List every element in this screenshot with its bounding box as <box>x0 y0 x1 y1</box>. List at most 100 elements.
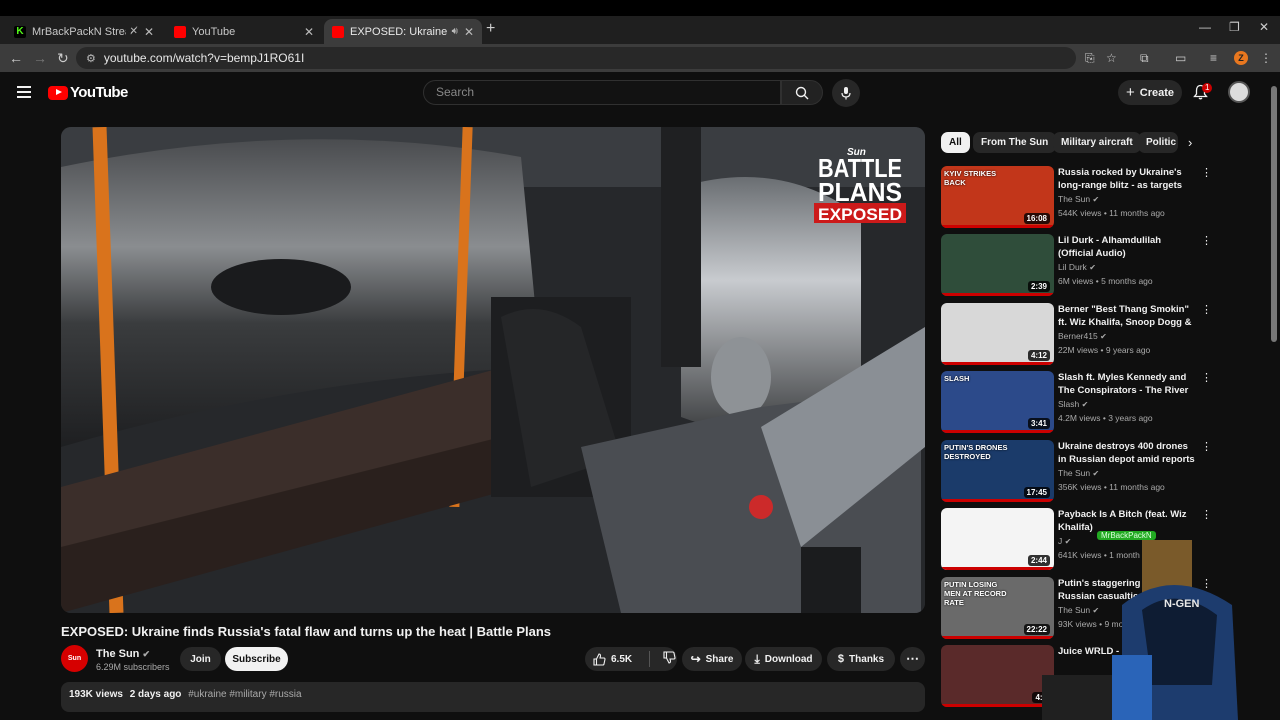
forward-icon[interactable]: → <box>33 50 47 66</box>
back-icon[interactable]: ← <box>9 50 23 66</box>
media-controls-icon[interactable]: ≡ <box>1210 51 1217 65</box>
extensions-icon[interactable]: ⧉ <box>1140 51 1149 66</box>
related-video-channel[interactable]: The Sun ✔ <box>1058 194 1099 204</box>
new-tab-icon[interactable]: + <box>486 20 495 38</box>
minimize-icon[interactable]: — <box>1199 20 1211 34</box>
account-avatar[interactable] <box>1228 81 1250 103</box>
related-video-item[interactable]: SLASH 3:41 Slash ft. Myles Kennedy and The… <box>941 371 1221 433</box>
tab-title: YouTube <box>192 25 236 38</box>
bookmark-star-icon[interactable]: ☆ <box>1106 51 1117 65</box>
super-thanks-icon: $ <box>837 653 845 665</box>
dislike-button[interactable] <box>663 651 676 667</box>
more-options-icon[interactable]: ⋮ <box>1201 303 1212 316</box>
related-video-item[interactable]: 4:12 Berner "Best Thang Smokin" ft. Wiz K… <box>941 303 1221 365</box>
related-video-title[interactable]: Berner "Best Thang Smokin" ft. Wiz Khali… <box>1058 303 1196 329</box>
join-button[interactable]: Join <box>180 647 221 671</box>
thumbnail-text: KYIV STRIKES BACK <box>944 169 997 187</box>
share-icon: ↪ <box>690 652 701 666</box>
youtube-play-icon <box>48 85 68 100</box>
video-thumbnail[interactable]: 2:39 <box>941 234 1054 296</box>
more-options-icon[interactable]: ⋮ <box>1201 440 1212 453</box>
cast-icon[interactable]: ⎘ <box>1085 51 1095 66</box>
related-video-channel[interactable]: Slash ✔ <box>1058 399 1088 409</box>
guide-menu-icon[interactable] <box>17 86 31 101</box>
search-input[interactable]: Search <box>423 80 781 105</box>
thumbnail-text: PUTIN LOSING MEN AT RECORD RATE <box>944 580 1007 607</box>
related-video-item[interactable]: KYIV STRIKES BACK 16:08 Russia rocked by U… <box>941 166 1221 228</box>
related-video-channel[interactable]: Lil Durk ✔ <box>1058 262 1096 272</box>
voice-search-button[interactable] <box>832 79 860 107</box>
maximize-icon[interactable]: ❐ <box>1229 20 1240 34</box>
share-button[interactable]: ↪ Share <box>682 647 742 671</box>
chip-all[interactable]: All <box>941 132 970 153</box>
plus-icon: + <box>1125 84 1135 101</box>
overlay-line3: EXPOSED <box>818 205 902 224</box>
side-panel-icon[interactable]: ▭ <box>1175 51 1186 65</box>
search-button[interactable] <box>781 80 823 105</box>
video-thumbnail[interactable]: 4:12 <box>941 303 1054 365</box>
youtube-logo[interactable]: YouTube <box>48 84 128 101</box>
more-options-icon[interactable]: ⋮ <box>1201 234 1212 247</box>
youtube-favicon <box>332 25 344 38</box>
more-actions-icon[interactable]: ⋯ <box>900 647 925 671</box>
browser-menu-icon[interactable]: ⋮ <box>1260 51 1272 65</box>
tab-title: EXPOSED: Ukraine finds Ru <box>350 25 448 38</box>
close-tab-icon[interactable]: ✕ <box>304 25 314 39</box>
page-scrollbar[interactable] <box>1270 74 1278 714</box>
chip-military-aircraft[interactable]: Military aircraft <box>1053 132 1141 153</box>
browser-tab-exposed[interactable]: EXPOSED: Ukraine finds Ru 🔊︎ ✕ <box>324 19 482 44</box>
like-divider <box>649 651 651 667</box>
scrollbar-thumb[interactable] <box>1271 86 1277 342</box>
more-options-icon[interactable]: ⋮ <box>1201 508 1212 521</box>
related-video-item[interactable]: PUTIN'S DRONES DESTROYED 17:45 Ukraine des… <box>941 440 1221 502</box>
channel-avatar[interactable]: Sun <box>61 645 88 672</box>
related-video-title[interactable]: Ukraine destroys 400 drones in Russian d… <box>1058 440 1196 466</box>
speaker-icon[interactable]: 🔊︎ <box>452 26 458 37</box>
video-thumbnail[interactable]: PUTIN LOSING MEN AT RECORD RATE 22:22 <box>941 577 1054 639</box>
related-video-title[interactable]: Lil Durk - Alhamdulilah (Official Audio) <box>1058 234 1196 260</box>
chevron-right-icon[interactable]: › <box>1188 135 1192 150</box>
more-options-icon[interactable]: ⋮ <box>1201 371 1212 384</box>
related-video-title[interactable]: Russia rocked by Ukraine's long-range bl… <box>1058 166 1196 192</box>
close-window-icon[interactable]: ✕ <box>1259 20 1269 34</box>
video-duration: 17:45 <box>1023 487 1050 498</box>
video-thumbnail[interactable]: 4:0 <box>941 645 1054 707</box>
subscriber-count: 6.29M subscribers <box>96 662 170 672</box>
video-thumbnail[interactable]: KYIV STRIKES BACK 16:08 <box>941 166 1054 228</box>
hashtags[interactable]: #ukraine #military #russia <box>188 689 301 700</box>
more-options-icon[interactable]: ⋮ <box>1201 166 1212 179</box>
chip-politics[interactable]: Politic <box>1138 132 1178 153</box>
like-button[interactable]: 6.5K <box>593 652 632 666</box>
address-bar[interactable]: ⚙ youtube.com/watch?v=bempJ1RO61I <box>76 47 1076 69</box>
browser-tab-kick[interactable]: K MrBackPackN Stream - Wat ✕̸ ✕ <box>6 19 162 44</box>
browser-tab-youtube[interactable]: YouTube ✕ <box>166 19 322 44</box>
related-video-item[interactable]: 2:39 Lil Durk - Alhamdulilah (Official Au… <box>941 234 1221 296</box>
profile-avatar[interactable]: Z <box>1234 51 1248 65</box>
chip-from-the-sun[interactable]: From The Sun <box>973 132 1057 153</box>
subscribe-button[interactable]: Subscribe <box>225 647 288 671</box>
description-box[interactable]: 193K views 2 days ago #ukraine #military… <box>61 682 925 712</box>
create-button[interactable]: + Create <box>1118 80 1182 105</box>
related-video-channel[interactable]: The Sun ✔ <box>1058 468 1099 478</box>
thanks-button[interactable]: $ Thanks <box>827 647 895 671</box>
chair-logo: N-GEN <box>1164 598 1200 610</box>
channel-name[interactable]: The Sun ✔ <box>96 648 150 660</box>
thumbnail-text: SLASH <box>944 374 970 383</box>
related-video-title[interactable]: Slash ft. Myles Kennedy and The Conspira… <box>1058 371 1196 397</box>
video-player[interactable]: Sun BATTLE PLANS EXPOSED <box>61 127 925 613</box>
reload-icon[interactable]: ↻ <box>57 50 69 67</box>
mute-icon[interactable]: ✕̸ <box>130 26 138 37</box>
close-tab-icon[interactable]: ✕ <box>144 25 154 39</box>
video-duration: 4:12 <box>1027 350 1050 361</box>
video-thumbnail[interactable]: SLASH 3:41 <box>941 371 1054 433</box>
video-duration: 16:08 <box>1023 213 1050 224</box>
download-button[interactable]: ⤓ Download <box>745 647 822 671</box>
video-thumbnail[interactable]: 2:44 <box>941 508 1054 570</box>
close-tab-icon[interactable]: ✕ <box>464 25 474 39</box>
related-video-channel[interactable]: Berner415 ✔ <box>1058 331 1107 341</box>
verified-icon: ✔ <box>1081 400 1089 409</box>
site-info-icon[interactable]: ⚙ <box>86 52 96 65</box>
video-thumbnail[interactable]: PUTIN'S DRONES DESTROYED 17:45 <box>941 440 1054 502</box>
watch-progress-bar <box>941 293 1054 296</box>
search-icon <box>795 86 809 99</box>
